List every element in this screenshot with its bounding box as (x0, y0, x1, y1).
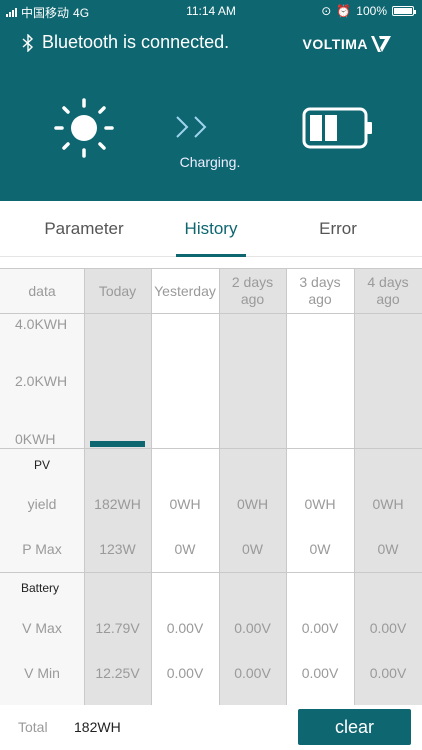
row-label: yield (27, 496, 57, 512)
alarm-icon: ⏰ (336, 4, 352, 18)
battery-status-icon (392, 6, 416, 16)
table-cell: 0.00V (166, 665, 204, 681)
table-cell: 0.00V (166, 620, 204, 636)
tab-bar: Parameter History Error (0, 201, 422, 257)
y-tick-label: 0KWH (15, 431, 56, 447)
status-right: ⊙ ⏰ 100% (321, 4, 416, 18)
tab-parameter[interactable]: Parameter (14, 201, 154, 257)
active-tab-indicator (176, 254, 246, 257)
tab-error[interactable]: Error (268, 201, 408, 257)
header: 中国移动 4G 11:14 AM ⊙ ⏰ 100% Bluetooth is c… (0, 0, 422, 201)
table-cell: 0WH (169, 496, 201, 512)
row-label: V Max (22, 620, 62, 636)
table-cell: 0WH (236, 496, 269, 512)
history-bar (90, 441, 145, 447)
charging-arrows-icon (176, 116, 207, 138)
table-cell: 0.00V (234, 665, 271, 681)
bluetooth-status-text: Bluetooth is connected. (42, 32, 230, 52)
day-header: Yesterday (154, 282, 216, 299)
total-label: Total (18, 719, 48, 735)
table-cell: 0.00V (301, 665, 339, 681)
table-cell: 0W (174, 541, 196, 557)
charging-status: Charging. (179, 154, 241, 170)
y-tick-label: 4.0KWH (15, 316, 68, 332)
table-cell: 0WH (304, 496, 336, 512)
battery-level-icon (302, 107, 372, 149)
bluetooth-status: Bluetooth is connected. (22, 32, 229, 53)
table-cell: 0.00V (301, 620, 339, 636)
table-cell: 123W (99, 541, 136, 557)
sun-icon (54, 98, 114, 158)
day-header: 2 days ago (231, 274, 274, 307)
table-cell: 12.25V (95, 665, 140, 681)
clear-button[interactable]: clear (298, 709, 411, 745)
corner-label: data (28, 282, 56, 299)
history-table[interactable]: data Today Yesterday 2 days ago 3 days a… (0, 268, 422, 705)
table-cell: 0.00V (369, 620, 407, 636)
rotation-lock-icon: ⊙ (321, 4, 332, 18)
battery-section-title: Battery (21, 581, 60, 595)
table-cell: 0.00V (234, 620, 271, 636)
y-tick-label: 2.0KWH (15, 373, 68, 389)
footer: Total 182WH clear (0, 705, 422, 750)
brand-mark-icon (371, 36, 391, 52)
day-header: 3 days ago (299, 274, 341, 307)
brand-logo: VOLTIMA (303, 34, 392, 54)
table-cell: 182WH (94, 496, 141, 512)
table-cell: 0W (309, 541, 331, 557)
table-cell: 0W (242, 541, 263, 557)
table-cell: 0W (377, 541, 399, 557)
tab-history[interactable]: History (141, 201, 281, 257)
total-value: 182WH (74, 719, 121, 735)
pv-section-title: PV (34, 458, 51, 472)
row-label: V Min (24, 665, 60, 681)
table-cell: 12.79V (95, 620, 140, 636)
row-label: P Max (22, 541, 62, 557)
day-header: 4 days ago (367, 274, 409, 307)
status-bar: 中国移动 4G 11:14 AM ⊙ ⏰ 100% (0, 0, 422, 22)
table-cell: 0.00V (369, 665, 407, 681)
day-header: Today (98, 282, 137, 299)
bluetooth-icon (22, 33, 34, 52)
brand-name: VOLTIMA (302, 36, 368, 52)
battery-percent: 100% (356, 4, 387, 18)
table-cell: 0WH (372, 496, 404, 512)
